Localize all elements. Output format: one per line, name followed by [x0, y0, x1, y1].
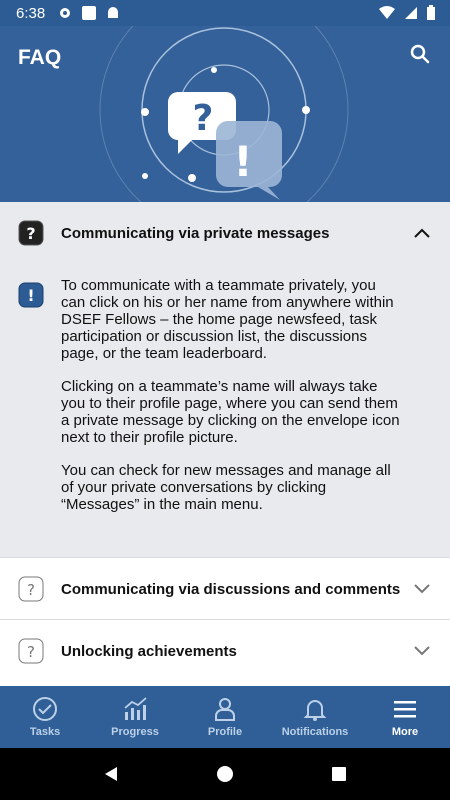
- question-icon: ?: [18, 220, 44, 246]
- chevron-up-icon[interactable]: [414, 228, 430, 238]
- system-navigation: [0, 748, 450, 800]
- battery-icon: [427, 5, 435, 20]
- svg-text:!: !: [233, 137, 252, 186]
- faq-question-row[interactable]: ? Unlocking achievements: [0, 620, 450, 682]
- tab-progress[interactable]: Progress: [90, 686, 180, 748]
- faq-item[interactable]: ? Unlocking achievements: [0, 619, 450, 687]
- android-icon: [108, 7, 119, 18]
- bell-icon: [303, 700, 327, 721]
- faq-item[interactable]: ? Communicating via discussions and comm…: [0, 557, 450, 620]
- chart-icon: [124, 697, 147, 720]
- search-icon[interactable]: [410, 44, 430, 64]
- faq-item-expanded: ? Communicating via private messages ! T…: [0, 202, 450, 557]
- exclamation-icon: !: [18, 282, 44, 308]
- question-icon: ?: [18, 576, 44, 602]
- faq-answer: To communicate with a teammate privately…: [61, 277, 401, 529]
- wifi-icon: [379, 6, 395, 19]
- faq-illustration: ? !: [99, 26, 349, 202]
- tab-tasks[interactable]: Tasks: [0, 686, 90, 748]
- question-icon: ?: [18, 638, 44, 664]
- home-icon[interactable]: [216, 765, 234, 783]
- tab-label: More: [391, 726, 419, 738]
- chevron-down-icon[interactable]: [414, 646, 430, 656]
- svg-text:!: !: [27, 286, 34, 305]
- faq-answer-paragraph: To communicate with a teammate privately…: [61, 277, 394, 362]
- svg-text:?: ?: [27, 581, 35, 599]
- menu-icon: [394, 701, 416, 718]
- faq-question: Communicating via private messages: [61, 224, 330, 242]
- tab-profile[interactable]: Profile: [180, 686, 270, 748]
- faq-question: Unlocking achievements: [61, 642, 237, 660]
- faq-question-row[interactable]: ? Communicating via private messages: [0, 202, 450, 264]
- faq-question: Communicating via discussions and commen…: [61, 580, 401, 598]
- status-bar: 6:38: [0, 0, 450, 26]
- signal-icon: [405, 7, 417, 19]
- page-title: FAQ: [18, 46, 62, 69]
- person-icon: [215, 698, 235, 721]
- tab-more[interactable]: More: [360, 686, 450, 748]
- chevron-down-icon[interactable]: [414, 584, 430, 594]
- svg-text:?: ?: [193, 98, 214, 139]
- back-icon[interactable]: [102, 765, 120, 783]
- check-circle-icon: [33, 697, 57, 721]
- tab-label: Progress: [111, 726, 159, 738]
- bottom-navigation: Tasks Progress Profile Notifications Mor…: [0, 686, 450, 748]
- faq-header: ? ! FAQ: [0, 26, 450, 202]
- notification-square-icon: [82, 6, 97, 20]
- tab-label: Profile: [207, 726, 243, 738]
- svg-text:?: ?: [27, 643, 35, 661]
- tab-notifications[interactable]: Notifications: [270, 686, 360, 748]
- faq-question-row[interactable]: ? Communicating via discussions and comm…: [0, 558, 450, 620]
- tab-label: Notifications: [281, 726, 349, 738]
- recents-icon[interactable]: [330, 765, 348, 783]
- faq-answer-paragraph: You can check for new messages and manag…: [61, 462, 391, 513]
- tab-label: Tasks: [29, 726, 61, 738]
- svg-text:?: ?: [26, 224, 35, 243]
- faq-answer-paragraph: Clicking on a teammate’s name will alway…: [61, 378, 400, 446]
- status-time: 6:38: [16, 4, 46, 22]
- settings-icon: [60, 8, 71, 18]
